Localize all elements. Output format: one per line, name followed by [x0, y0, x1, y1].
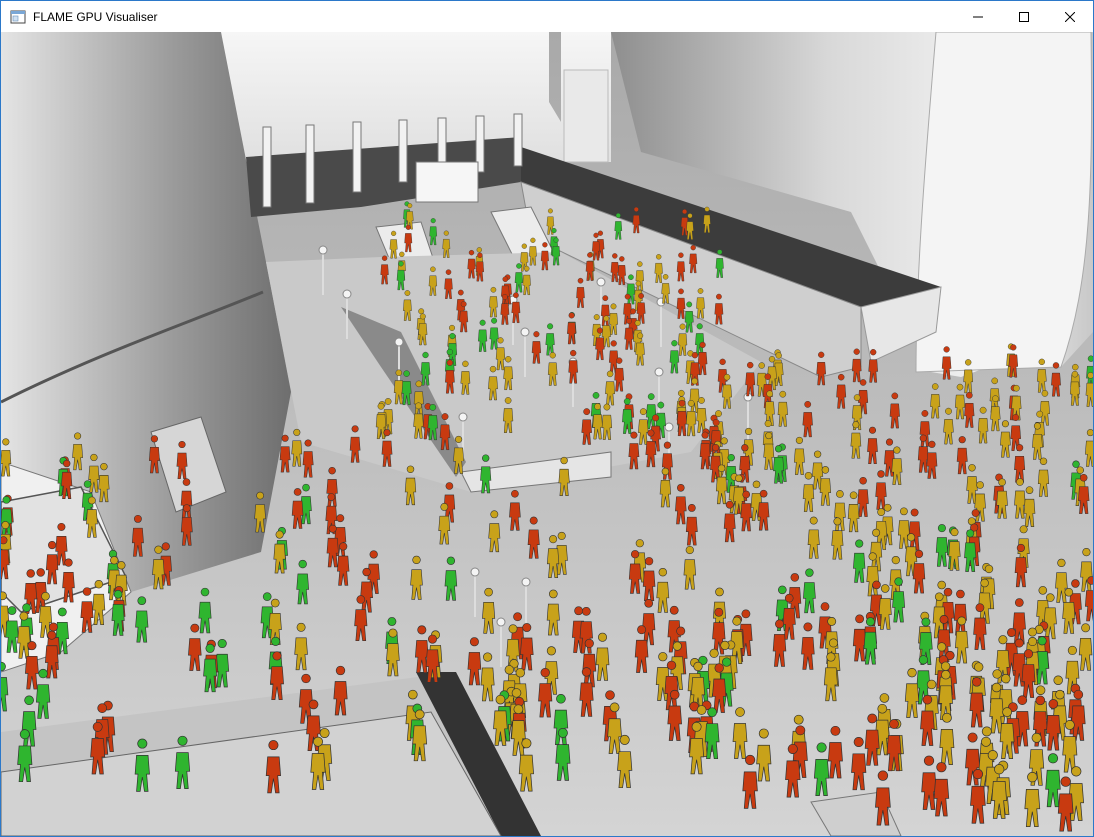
visualiser-window: FLAME GPU Visualiser	[0, 0, 1094, 837]
close-icon	[1065, 11, 1075, 22]
title-bar[interactable]: FLAME GPU Visualiser	[1, 1, 1093, 32]
window-title: FLAME GPU Visualiser	[33, 9, 158, 24]
application-window-icon	[10, 10, 26, 23]
close-button[interactable]	[1047, 1, 1093, 32]
scene-canvas[interactable]	[1, 32, 1093, 836]
maximize-icon	[1019, 11, 1029, 22]
maximize-button[interactable]	[1001, 1, 1047, 32]
window-controls	[955, 1, 1093, 32]
minimize-icon	[973, 16, 983, 17]
billboard	[415, 161, 479, 203]
back-block	[563, 69, 609, 163]
right-tower-column	[915, 32, 1093, 373]
render-viewport[interactable]	[1, 32, 1093, 836]
minimize-button[interactable]	[955, 1, 1001, 32]
